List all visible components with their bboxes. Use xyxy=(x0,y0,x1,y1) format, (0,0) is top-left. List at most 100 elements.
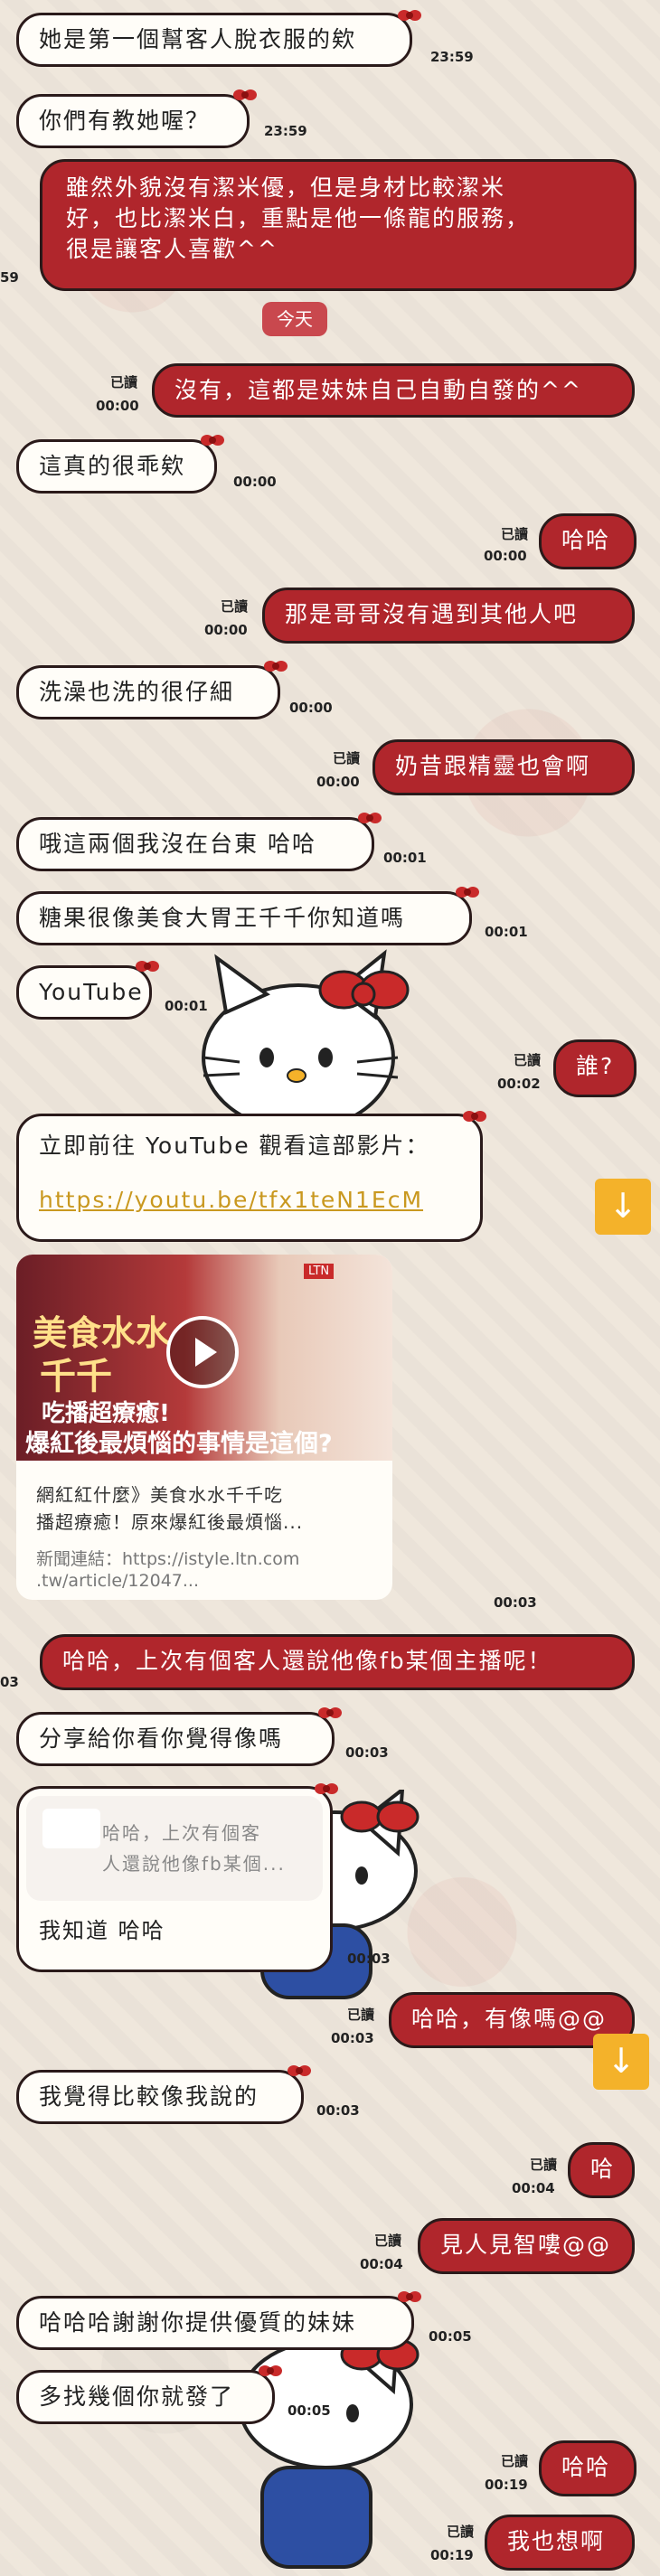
read-receipt: 已讀 xyxy=(332,750,360,766)
play-icon xyxy=(195,1338,217,1367)
incoming-message[interactable]: 哦這兩個我沒在台東 哈哈 xyxy=(16,817,374,871)
message-time: 00:00 xyxy=(96,398,139,414)
message-line: 好，也比潔米白，重點是他一條龍的服務， xyxy=(66,205,531,231)
incoming-message[interactable]: 這真的很乖欸 xyxy=(16,439,217,494)
quoted-avatar-placeholder xyxy=(42,1809,100,1848)
message-text: 哦這兩個我沒在台東 哈哈 xyxy=(39,831,316,857)
incoming-message[interactable]: 分享給你看你覺得像嗎 xyxy=(16,1712,335,1766)
video-thumbnail[interactable]: 美食水水 千千 吃播超療癒! 爆紅後最煩惱的事情是這個? LTN xyxy=(16,1255,392,1461)
quoted-message[interactable]: 哈哈，上次有個客 人還說他像fb某個... xyxy=(26,1796,323,1901)
bow-icon xyxy=(398,2291,421,2302)
preview-url[interactable]: 新聞連結：https://istyle.ltn.com xyxy=(36,1546,299,1570)
read-receipt: 已讀 xyxy=(513,1052,541,1068)
message-text: 這真的很乖欸 xyxy=(39,453,186,479)
message-line: 雖然外貌沒有潔米優，但是身材比較潔米 xyxy=(66,174,506,201)
hello-kitty-illustration xyxy=(238,2323,420,2569)
scroll-down-button[interactable]: ↓ xyxy=(595,1179,651,1235)
message-time: 00:01 xyxy=(485,924,528,940)
message-time: 00:01 xyxy=(383,850,427,866)
read-receipt: 已讀 xyxy=(446,2524,474,2540)
message-text: 那是哥哥沒有遇到其他人吧 xyxy=(285,601,579,627)
bow-icon xyxy=(201,435,224,446)
date-separator: 今天 xyxy=(262,302,327,336)
incoming-message[interactable]: 洗澡也洗的很仔細 xyxy=(16,665,280,719)
message-time: 23:59 xyxy=(264,123,307,139)
incoming-message[interactable]: 我覺得比較像我說的 xyxy=(16,2070,304,2124)
message-text: 洗澡也洗的很仔細 xyxy=(39,679,235,705)
message-text: 誰? xyxy=(576,1053,615,1079)
outgoing-message[interactable]: 沒有，這都是妹妹自己自動自發的^^ xyxy=(152,363,635,418)
arrow-down-icon: ↓ xyxy=(608,1186,637,1226)
bow-icon xyxy=(358,813,382,823)
read-receipt: 已讀 xyxy=(220,598,248,615)
message-time: 00:00 xyxy=(484,548,527,564)
read-receipt: 已讀 xyxy=(109,374,137,390)
incoming-message[interactable]: 你們有教她喔？ xyxy=(16,94,250,148)
message-time: 00:04 xyxy=(360,2256,403,2272)
quoted-text: 人還說他像fb某個... xyxy=(102,1853,286,1875)
message-time: 00:00 xyxy=(233,474,277,490)
outgoing-message[interactable]: 奶昔跟精靈也會啊 xyxy=(372,739,635,795)
outgoing-message[interactable]: 見人見智嘍@@ xyxy=(418,2218,635,2274)
read-receipt: 已讀 xyxy=(529,2157,557,2173)
message-time: 00:03 xyxy=(316,2102,360,2119)
incoming-message[interactable]: 她是第一個幫客人脫衣服的欸 xyxy=(16,13,412,67)
scroll-down-button[interactable]: ↓ xyxy=(593,2034,649,2090)
outgoing-message[interactable]: 我也想啊 xyxy=(485,2515,635,2571)
outgoing-message[interactable]: 哈 xyxy=(568,2142,635,2198)
message-text: 奶昔跟精靈也會啊 xyxy=(395,753,591,779)
message-text: 立即前往 YouTube 觀看這部影片： xyxy=(39,1133,430,1159)
preview-description: 網紅紅什麼》美食水水千千吃 xyxy=(36,1484,283,1506)
outgoing-message[interactable]: 哈哈 xyxy=(539,2440,636,2496)
message-time: 00:19 xyxy=(485,2477,528,2493)
bow-icon xyxy=(233,89,257,100)
outgoing-message[interactable]: 那是哥哥沒有遇到其他人吧 xyxy=(262,588,635,644)
bow-icon xyxy=(463,1111,486,1122)
bow-icon xyxy=(288,2065,311,2076)
news-badge: LTN xyxy=(304,1264,335,1279)
message-text: 多找幾個你就發了 xyxy=(39,2383,235,2410)
incoming-message[interactable]: YouTube xyxy=(16,965,152,1020)
message-time: 00:03 xyxy=(494,1594,537,1611)
message-time: 23:59 xyxy=(430,49,474,65)
message-time: 00:03 xyxy=(345,1744,389,1761)
thumbnail-title: 千千 xyxy=(40,1356,112,1397)
incoming-message[interactable]: 糖果很像美食大胃王千千你知道嗎 xyxy=(16,891,472,945)
read-receipt: 已讀 xyxy=(500,2453,528,2469)
outgoing-message[interactable]: 雖然外貌沒有潔米優，但是身材比較潔米 好，也比潔米白，重點是他一條龍的服務， 很… xyxy=(40,159,636,291)
message-time: 00:19 xyxy=(430,2547,474,2563)
outgoing-message[interactable]: 誰? xyxy=(553,1039,636,1097)
message-text: 見人見智嘍@@ xyxy=(440,2232,612,2258)
play-button[interactable] xyxy=(166,1316,239,1388)
incoming-reply-message[interactable]: 哈哈，上次有個客 人還說他像fb某個... 我知道 哈哈 xyxy=(16,1786,333,1972)
incoming-message[interactable]: 哈哈哈謝謝你提供優質的妹妹 xyxy=(16,2296,414,2350)
message-text: 哈哈，有像嗎@@ xyxy=(411,2006,608,2032)
outgoing-message[interactable]: 哈哈 xyxy=(539,513,636,569)
preview-url[interactable]: .tw/article/12047... xyxy=(36,1571,199,1591)
youtube-link[interactable]: https://youtu.be/tfx1teN1EcM xyxy=(39,1185,460,1216)
incoming-link-message[interactable]: 立即前往 YouTube 觀看這部影片： https://youtu.be/tf… xyxy=(16,1114,483,1242)
message-text: 哈哈哈謝謝你提供優質的妹妹 xyxy=(39,2309,357,2336)
message-text: YouTube xyxy=(39,979,144,1005)
read-receipt: 已讀 xyxy=(500,526,528,542)
message-time: 00:01 xyxy=(165,998,208,1014)
message-time: 59 xyxy=(0,269,19,286)
link-preview-card[interactable]: 美食水水 千千 吃播超療癒! 爆紅後最煩惱的事情是這個? LTN 網紅紅什麼》美… xyxy=(16,1255,392,1600)
incoming-message[interactable]: 多找幾個你就發了 xyxy=(16,2370,275,2424)
message-text: 我也想啊 xyxy=(507,2528,606,2554)
message-text: 沒有，這都是妹妹自己自動自發的^^ xyxy=(174,377,582,403)
preview-description: 播超療癒！原來爆紅後最煩惱... xyxy=(36,1511,304,1533)
message-text: 我知道 哈哈 xyxy=(39,1918,165,1943)
quoted-text: 哈哈，上次有個客 xyxy=(102,1822,261,1844)
read-receipt: 已讀 xyxy=(373,2233,401,2249)
message-time: 00:04 xyxy=(512,2180,555,2196)
bow-icon xyxy=(315,1783,338,1794)
outgoing-message[interactable]: 哈哈，上次有個客人還說他像fb某個主播呢！ xyxy=(40,1634,635,1690)
message-time: 03 xyxy=(0,1674,19,1690)
message-time: 00:05 xyxy=(288,2402,331,2419)
message-text: 哈哈，上次有個客人還說他像fb某個主播呢！ xyxy=(62,1648,552,1674)
bow-icon xyxy=(136,961,159,972)
message-text: 哈 xyxy=(590,2156,616,2182)
bow-icon xyxy=(398,10,421,21)
bow-icon xyxy=(456,887,479,898)
